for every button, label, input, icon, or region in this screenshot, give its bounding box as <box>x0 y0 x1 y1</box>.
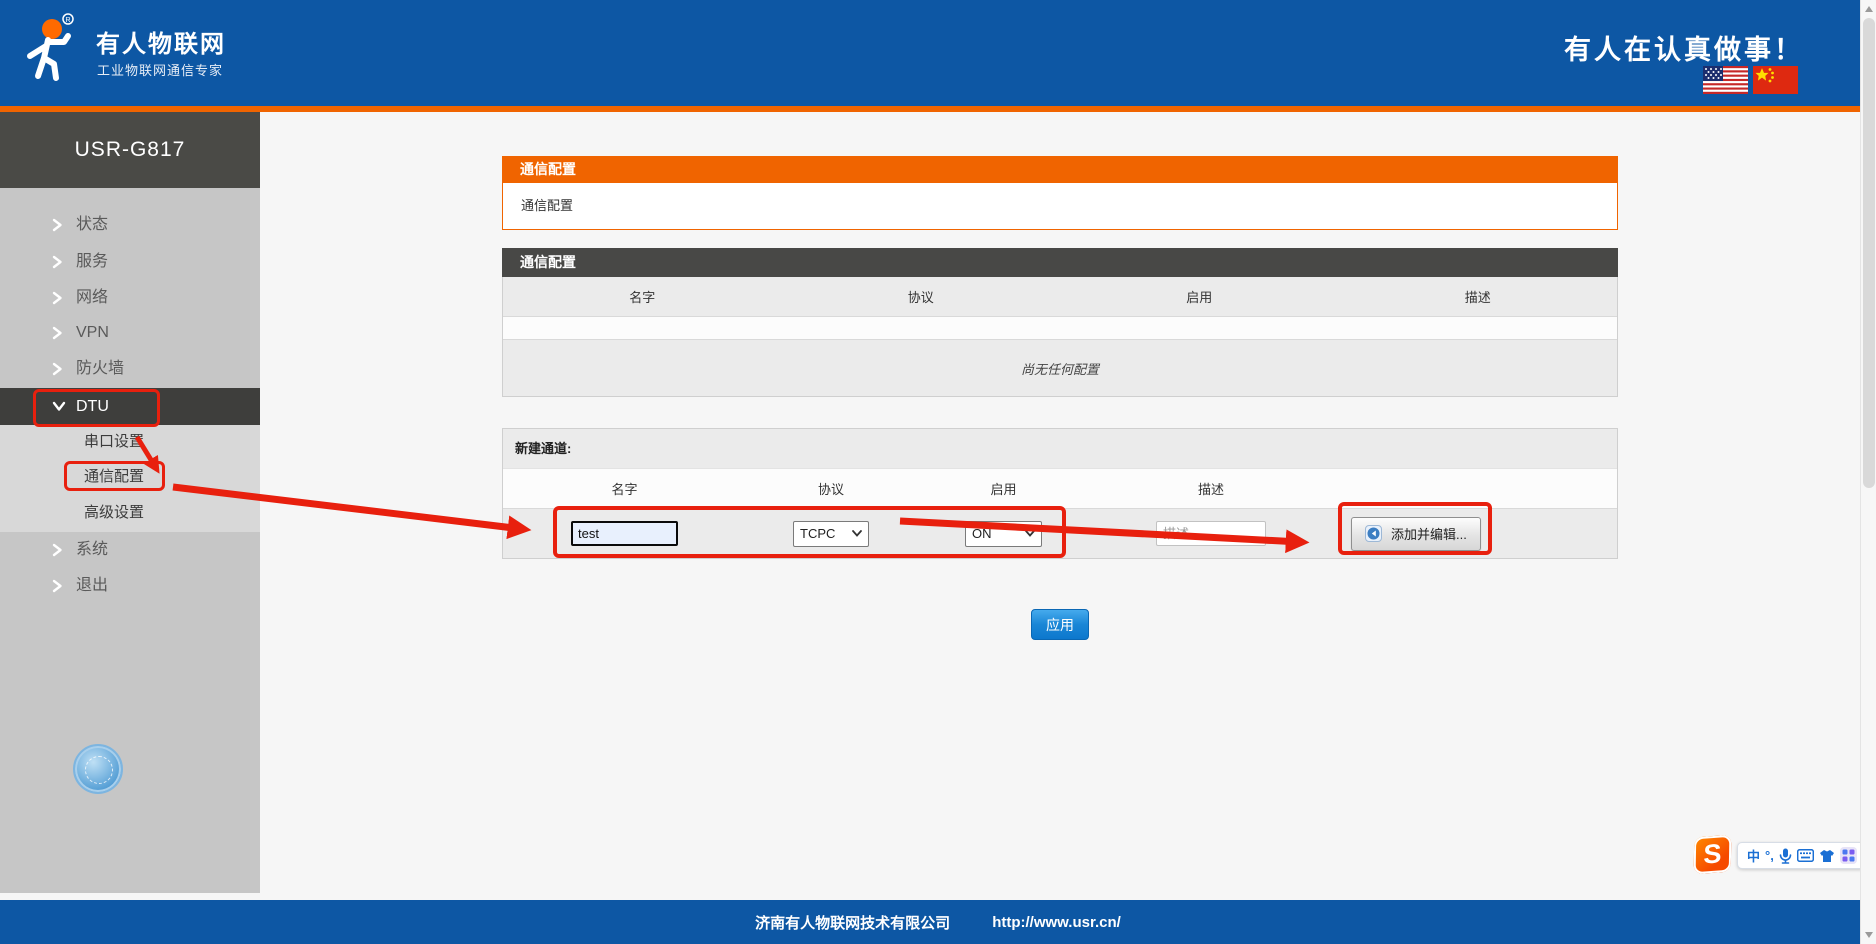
sidebar-item-label: 服务 <box>76 253 109 270</box>
channel-name-input[interactable] <box>571 521 678 546</box>
language-switcher <box>1703 66 1798 94</box>
sidebar-item-system[interactable]: 系统 <box>0 532 260 568</box>
ime-toolbox-icon[interactable] <box>1839 847 1857 864</box>
header-slogan: 有人在认真做事！ <box>1564 35 1804 65</box>
form-column-description: 描述 <box>1197 482 1224 497</box>
page-title: 通信配置 <box>502 156 1618 183</box>
column-header-name: 名字 <box>629 290 656 305</box>
protocol-select[interactable]: TCPC <box>793 520 869 547</box>
sidebar-item-label: DTU <box>76 398 109 415</box>
breadcrumb: 通信配置 <box>502 183 1618 230</box>
sidebar-item-label: 通信配置 <box>84 468 145 485</box>
form-title: 新建通道: <box>503 429 1617 468</box>
chevron-right-icon <box>52 543 63 557</box>
us-flag-icon[interactable] <box>1703 66 1748 94</box>
keyboard-icon[interactable] <box>1796 849 1814 862</box>
brand-roundel-badge <box>73 744 123 794</box>
sidebar-item-label: 串口设置 <box>84 433 145 450</box>
ime-punctuation-toggle[interactable]: °, <box>1765 848 1774 863</box>
sidebar-item-label: VPN <box>76 324 109 341</box>
chevron-right-icon <box>52 255 63 269</box>
sidebar-item-label: 状态 <box>76 216 109 233</box>
table-row <box>503 316 1617 339</box>
brand-logo-icon: R <box>18 12 82 92</box>
skin-shirt-icon[interactable] <box>1819 849 1835 863</box>
enable-select[interactable]: ON <box>965 520 1042 547</box>
chevron-right-icon <box>52 362 63 376</box>
form-column-protocol: 协议 <box>817 482 844 497</box>
sidebar-item-label: 网络 <box>76 289 109 306</box>
header-accent-strip <box>0 106 1876 112</box>
chevron-down-icon <box>1025 530 1035 537</box>
protocol-select-value: TCPC <box>800 526 836 541</box>
column-header-enable: 启用 <box>1186 290 1213 305</box>
page-scrollbar[interactable] <box>1860 0 1876 944</box>
sidebar-item-logout[interactable]: 退出 <box>0 568 260 604</box>
page-footer: 济南有人物联网技术有限公司 http://www.usr.cn/ <box>0 900 1876 944</box>
sidebar-item-label: 防火墙 <box>76 360 125 377</box>
table-title: 通信配置 <box>502 248 1618 277</box>
enable-select-value: ON <box>972 526 992 541</box>
footer-company: 济南有人物联网技术有限公司 <box>755 914 951 932</box>
add-and-edit-button[interactable]: 添加并编辑... <box>1351 516 1481 551</box>
sidebar-item-label: 退出 <box>76 577 109 594</box>
new-channel-form: 新建通道: 名字 协议 启用 描述 TCPC ON <box>502 428 1618 559</box>
ime-mode-toggle[interactable]: 中 <box>1747 846 1760 865</box>
add-edit-icon <box>1365 525 1382 542</box>
scrollbar-down-arrow-icon[interactable] <box>1865 932 1873 938</box>
ime-pill: 中 °, <box>1737 842 1867 869</box>
scrollbar-thumb[interactable] <box>1863 18 1875 488</box>
add-button-label: 添加并编辑... <box>1391 527 1467 542</box>
chevron-right-icon <box>52 326 63 340</box>
chevron-right-icon <box>52 218 63 232</box>
form-column-enable: 启用 <box>990 482 1017 497</box>
sidebar-item-services[interactable]: 服务 <box>0 244 260 280</box>
sidebar-item-serial-settings[interactable]: 串口设置 <box>0 425 260 459</box>
microphone-icon[interactable] <box>1779 848 1792 864</box>
description-input[interactable] <box>1156 521 1266 546</box>
sidebar-item-comm-config[interactable]: 通信配置 <box>0 460 260 494</box>
chevron-down-icon <box>852 530 862 537</box>
form-column-name: 名字 <box>611 482 638 497</box>
sidebar-item-network[interactable]: 网络 <box>0 280 260 316</box>
sidebar-item-dtu[interactable]: DTU <box>0 388 260 425</box>
device-model-title: USR-G817 <box>0 112 260 188</box>
comm-config-table: 通信配置 名字 协议 启用 描述 尚无任何配置 <box>502 248 1618 397</box>
sidebar-item-advanced-settings[interactable]: 高级设置 <box>0 496 260 530</box>
sidebar-item-label: 系统 <box>76 541 109 558</box>
chevron-down-icon <box>52 401 66 412</box>
column-header-protocol: 协议 <box>907 290 934 305</box>
sidebar-item-vpn[interactable]: VPN <box>0 315 260 351</box>
footer-url[interactable]: http://www.usr.cn/ <box>992 914 1121 931</box>
ime-toolbar: S 中 °, <box>1693 834 1870 876</box>
sidebar-item-status[interactable]: 状态 <box>0 207 260 243</box>
app-header: R 有人物联网 工业物联网通信专家 有人在认真做事！ <box>0 0 1876 106</box>
empty-state-text: 尚无任何配置 <box>503 339 1617 396</box>
scrollbar-up-arrow-icon[interactable] <box>1865 6 1873 12</box>
column-header-description: 描述 <box>1464 290 1491 305</box>
apply-button[interactable]: 应用 <box>1031 609 1089 640</box>
svg-text:R: R <box>65 17 70 24</box>
brand-title: 有人物联网 <box>96 31 226 58</box>
sidebar: USR-G817 状态 服务 网络 VPN 防火墙 DTU 串口设置 通信配置 … <box>0 112 260 893</box>
brand-subtitle: 工业物联网通信专家 <box>97 63 224 78</box>
china-flag-icon[interactable] <box>1753 66 1798 94</box>
sogou-logo-icon[interactable]: S <box>1693 834 1732 875</box>
sidebar-item-label: 高级设置 <box>84 504 145 521</box>
chevron-right-icon <box>52 291 63 305</box>
chevron-right-icon <box>52 579 63 593</box>
main-content: 通信配置 通信配置 通信配置 名字 协议 启用 描述 尚无任何配置 新建通道: … <box>502 156 1618 716</box>
sidebar-item-firewall[interactable]: 防火墙 <box>0 351 260 387</box>
